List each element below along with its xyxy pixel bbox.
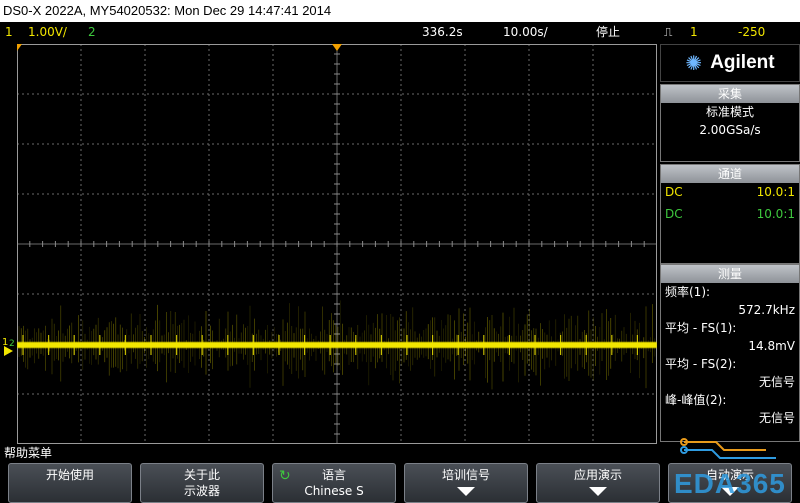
acquire-panel[interactable]: 采集 标准模式 2.00GSa/s <box>660 84 800 162</box>
brand-name: Agilent <box>710 52 775 73</box>
channels-header: 通道 <box>661 165 799 183</box>
watermark-text: EDA365 <box>674 468 786 499</box>
trigger-channel[interactable]: 1 <box>690 22 698 42</box>
measure-panel[interactable]: 测量 频率(1): 572.7kHz 平均 - FS(1): 14.8mV 平均… <box>660 264 800 442</box>
ch2-ground-marker[interactable]: 2 <box>9 340 15 349</box>
cycle-icon: ↻ <box>279 468 291 484</box>
measure-label-freq: 频率(1): <box>665 285 711 299</box>
acquire-mode: 标准模式 <box>705 105 754 119</box>
graticule <box>17 44 657 444</box>
waveform-display[interactable] <box>17 44 657 444</box>
status-bar: 1 1.00V/ 2 336.2s 10.00s/ 停止 ⎍ 1 -250 <box>0 22 800 42</box>
measure-label-avg2: 平均 - FS(2): <box>665 357 737 371</box>
softkey-label: 应用演示 <box>573 468 622 482</box>
window-title: DS0-X 2022A, MY54020532: Mon Dec 29 14:4… <box>0 0 800 22</box>
spark-icon: ✺ <box>685 51 703 75</box>
watermark-circuit-icon <box>680 438 776 459</box>
softkey-training-signals[interactable]: 培训信号 <box>404 463 528 503</box>
softkey-label: 开始使用 <box>45 468 94 482</box>
measure-value-avg1: 14.8mV <box>748 339 795 353</box>
softkey-getting-started[interactable]: 开始使用 <box>8 463 132 503</box>
ch2-probe: 10.0:1 <box>756 207 795 221</box>
ch1-scale[interactable]: 1.00V/ <box>28 22 67 42</box>
acquire-header: 采集 <box>661 85 799 103</box>
run-state: 停止 <box>596 25 621 39</box>
right-info-panel: ✺ Agilent 采集 标准模式 2.00GSa/s 通道 DC 10.0:1… <box>660 44 800 444</box>
measure-label-avg1: 平均 - FS(1): <box>665 321 737 335</box>
measure-value-avg2: 无信号 <box>758 375 795 389</box>
submenu-arrow-icon <box>589 487 607 496</box>
ch2-row: DC 10.0:1 <box>661 205 799 223</box>
softkey-label: 关于此 <box>183 468 220 482</box>
ch1-number[interactable]: 1 <box>5 22 13 42</box>
measure-label-pp2: 峰-峰值(2): <box>665 393 727 407</box>
submenu-arrow-icon <box>457 487 475 496</box>
softkey-app-demos[interactable]: 应用演示 <box>536 463 660 503</box>
softkey-label: 示波器 <box>183 484 220 498</box>
softkey-language[interactable]: ↻ 语言 Chinese S <box>272 463 396 503</box>
trigger-level[interactable]: -250 <box>738 22 765 42</box>
ch1-row: DC 10.0:1 <box>661 183 799 201</box>
timebase[interactable]: 10.00s/ <box>503 22 548 42</box>
softkey-label: 语言 <box>321 468 346 482</box>
help-menu-label: 帮助菜单 <box>4 446 53 460</box>
measure-header: 测量 <box>661 265 799 283</box>
measure-value-freq: 572.7kHz <box>738 303 795 317</box>
trigger-edge-icon: ⎍ <box>664 25 673 39</box>
sample-rate: 2.00GSa/s <box>699 123 761 137</box>
horizontal-delay[interactable]: 336.2s <box>422 22 463 42</box>
softkey-value: Chinese S <box>304 484 364 498</box>
softkey-about-scope[interactable]: 关于此 示波器 <box>140 463 264 503</box>
ch1-probe: 10.0:1 <box>756 185 795 199</box>
ch1-coupling: DC <box>665 185 683 199</box>
ch2-number[interactable]: 2 <box>88 22 96 42</box>
ch2-coupling: DC <box>665 207 683 221</box>
softkey-label: 培训信号 <box>441 468 490 482</box>
brand-logo: ✺ Agilent <box>660 44 800 82</box>
trigger-position-marker[interactable] <box>332 44 342 51</box>
measure-value-pp2: 无信号 <box>758 411 795 425</box>
channels-panel[interactable]: 通道 DC 10.0:1 DC 10.0:1 <box>660 164 800 264</box>
